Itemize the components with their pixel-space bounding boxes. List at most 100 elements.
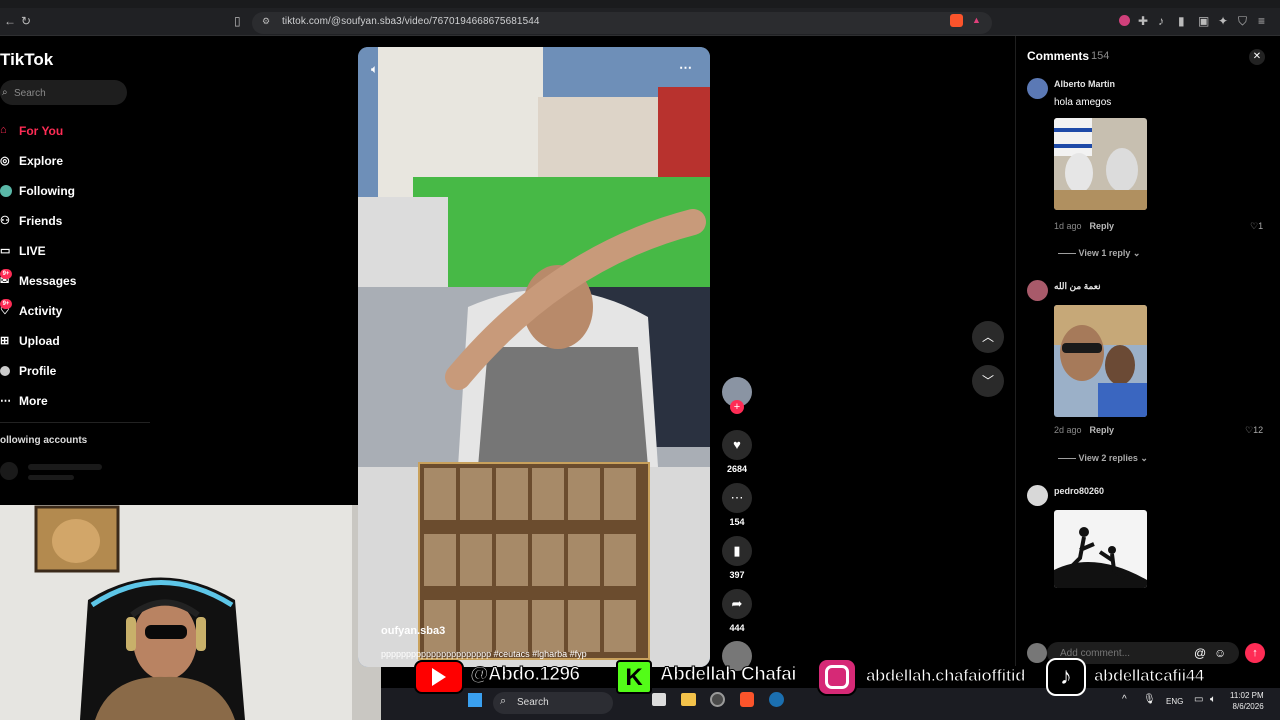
avatar[interactable] <box>1027 280 1048 301</box>
profile-icon <box>0 366 10 376</box>
rewards-icon[interactable]: ▲ <box>972 15 981 25</box>
compass-icon: ◎ <box>0 155 10 167</box>
send-icon[interactable]: ↑ <box>1245 643 1265 663</box>
home-icon: ⌂ <box>0 124 7 136</box>
play-triangle <box>432 668 446 686</box>
comment-image[interactable] <box>1054 118 1147 210</box>
music-icon[interactable]: ♪ <box>1158 14 1164 28</box>
heart-icon[interactable]: ♡ <box>1250 221 1258 231</box>
wallet-icon[interactable]: ▣ <box>1198 14 1209 28</box>
back-icon[interactable]: ← <box>4 14 16 28</box>
puzzle-icon[interactable]: ✚ <box>1138 14 1148 28</box>
sidebar-item-explore[interactable]: ◎ Explore <box>0 152 150 174</box>
avatar[interactable] <box>1027 485 1048 506</box>
reply-button[interactable]: Reply <box>1090 221 1115 231</box>
clock-time: 11:02 PM <box>1230 691 1264 700</box>
microphone-icon[interactable]: 🎙︎ <box>1143 694 1156 705</box>
heart-icon[interactable]: ♥ <box>722 430 752 460</box>
comment-image-content <box>1054 118 1147 210</box>
volume-icon[interactable]: 🔈︎ <box>1210 694 1216 705</box>
more-icon: ⋯ <box>0 395 11 407</box>
instagram-logo-icon <box>817 658 857 696</box>
creator-avatar-button[interactable]: + <box>722 377 752 414</box>
comment-image-content <box>1054 305 1147 417</box>
volume-icon[interactable]: 🔈︎ <box>371 62 378 77</box>
chevron-up-icon[interactable]: ^ <box>1122 694 1127 705</box>
settings-icon[interactable] <box>710 692 725 707</box>
chevron-down-icon: ⌄ <box>1137 453 1148 463</box>
chevron-down-icon: ﹀ <box>981 374 994 388</box>
heart-icon[interactable]: ♡ <box>1245 425 1253 435</box>
sidebar-icon[interactable]: ▮ <box>1178 14 1185 28</box>
view-replies-button[interactable]: —— View 1 reply ⌄ <box>1058 248 1140 259</box>
comment-image[interactable] <box>1054 510 1147 588</box>
comment-time: 1d ago <box>1054 221 1082 231</box>
share-button[interactable]: ➦ 444 <box>722 589 752 633</box>
comment-username[interactable]: Alberto Martin <box>1054 79 1115 89</box>
like-button[interactable]: ♥ 2684 <box>722 430 752 474</box>
taskbar-search-label: Search <box>517 697 549 708</box>
comment-button[interactable]: ⋯ 154 <box>722 483 752 527</box>
url-text[interactable]: tiktok.com/@soufyan.sba3/video/767019466… <box>282 16 540 27</box>
tiktok-logo[interactable]: TikTok <box>0 50 53 70</box>
avatar[interactable] <box>1027 78 1048 99</box>
avatar <box>1027 643 1047 663</box>
video-caption: pppppppppppppppppppppp #ceutacs #lgharba… <box>381 649 587 659</box>
steam-icon[interactable] <box>769 692 784 707</box>
follow-plus-icon[interactable]: + <box>730 400 744 414</box>
sidebar-item-more[interactable]: ⋯ More <box>0 392 150 414</box>
reply-button[interactable]: Reply <box>1090 425 1115 435</box>
comment-like[interactable]: ♡12 <box>1245 425 1263 436</box>
comment-username[interactable]: pedro80260 <box>1054 486 1104 496</box>
extension-icon[interactable] <box>1119 15 1130 26</box>
video-author[interactable]: oufyan.sba3 <box>381 625 445 637</box>
sidebar-item-following[interactable]: Following <box>0 182 150 204</box>
close-comments-button[interactable]: ✕ <box>1249 49 1265 65</box>
leo-icon[interactable]: ✦ <box>1218 14 1228 28</box>
sidebar-item-friends[interactable]: ⚇ Friends <box>0 212 150 234</box>
site-info-icon[interactable]: ⚙ <box>262 16 270 27</box>
bookmark-icon[interactable]: ▯ <box>234 14 241 28</box>
comment-image[interactable] <box>1054 305 1147 417</box>
reload-icon[interactable]: ↻ <box>21 14 31 28</box>
brave-shields-icon[interactable] <box>950 14 963 27</box>
upload-icon: ⊞ <box>0 335 10 347</box>
save-button[interactable]: ▮ 397 <box>722 536 752 580</box>
tab-strip <box>0 0 1280 8</box>
sidebar-item-label: Activity <box>19 304 63 318</box>
task-view-icon[interactable] <box>652 693 666 706</box>
network-icon[interactable]: ▭ <box>1194 694 1203 705</box>
account-skeleton-avatar <box>0 462 18 480</box>
youtube-logo-icon <box>414 660 464 694</box>
file-explorer-icon[interactable] <box>681 693 696 706</box>
sidebar-item-messages[interactable]: ✉ 9+ Messages <box>0 269 150 294</box>
emoji-icon[interactable]: ☺ <box>1214 646 1226 660</box>
next-video-button[interactable]: ﹀ <box>972 365 1004 397</box>
sidebar-item-for-you[interactable]: ⌂ For You <box>0 122 150 144</box>
more-options-icon[interactable]: ⋯ <box>679 60 692 76</box>
sidebar-item-activity[interactable]: ♡ 9+ Activity <box>0 299 150 324</box>
share-icon[interactable]: ➦ <box>722 589 752 619</box>
sidebar-item-live[interactable]: ▭ LIVE <box>0 242 150 264</box>
webcam-overlay <box>0 505 381 720</box>
taskbar-search[interactable] <box>493 692 613 714</box>
system-clock[interactable]: 11:02 PM 8/6/2026 <box>1230 690 1264 712</box>
comments-count: 154 <box>1091 50 1110 62</box>
sidebar-item-profile[interactable]: Profile <box>0 362 150 384</box>
previous-video-button[interactable]: ︿ <box>972 321 1004 353</box>
menu-icon[interactable]: ≡ <box>1258 14 1265 28</box>
comment-like[interactable]: ♡1 <box>1250 221 1263 232</box>
bookmark-icon[interactable]: ▮ <box>722 536 752 566</box>
sidebar-item-upload[interactable]: ⊞ Upload <box>0 332 150 354</box>
comment-like-count: 1 <box>1258 221 1264 231</box>
windows-start-icon[interactable] <box>468 693 482 707</box>
language-indicator[interactable]: ENG <box>1166 697 1183 706</box>
brave-browser-icon[interactable] <box>740 692 754 707</box>
comment-username[interactable]: نعمة من الله <box>1054 281 1101 292</box>
comment-image-content <box>1054 510 1147 588</box>
view-replies-button[interactable]: —— View 2 replies ⌄ <box>1058 453 1148 464</box>
vpn-icon[interactable]: ⛉ <box>1238 14 1247 29</box>
sidebar-item-label: For You <box>19 124 64 138</box>
mention-icon[interactable]: @ <box>1194 646 1206 660</box>
comment-icon[interactable]: ⋯ <box>722 483 752 513</box>
